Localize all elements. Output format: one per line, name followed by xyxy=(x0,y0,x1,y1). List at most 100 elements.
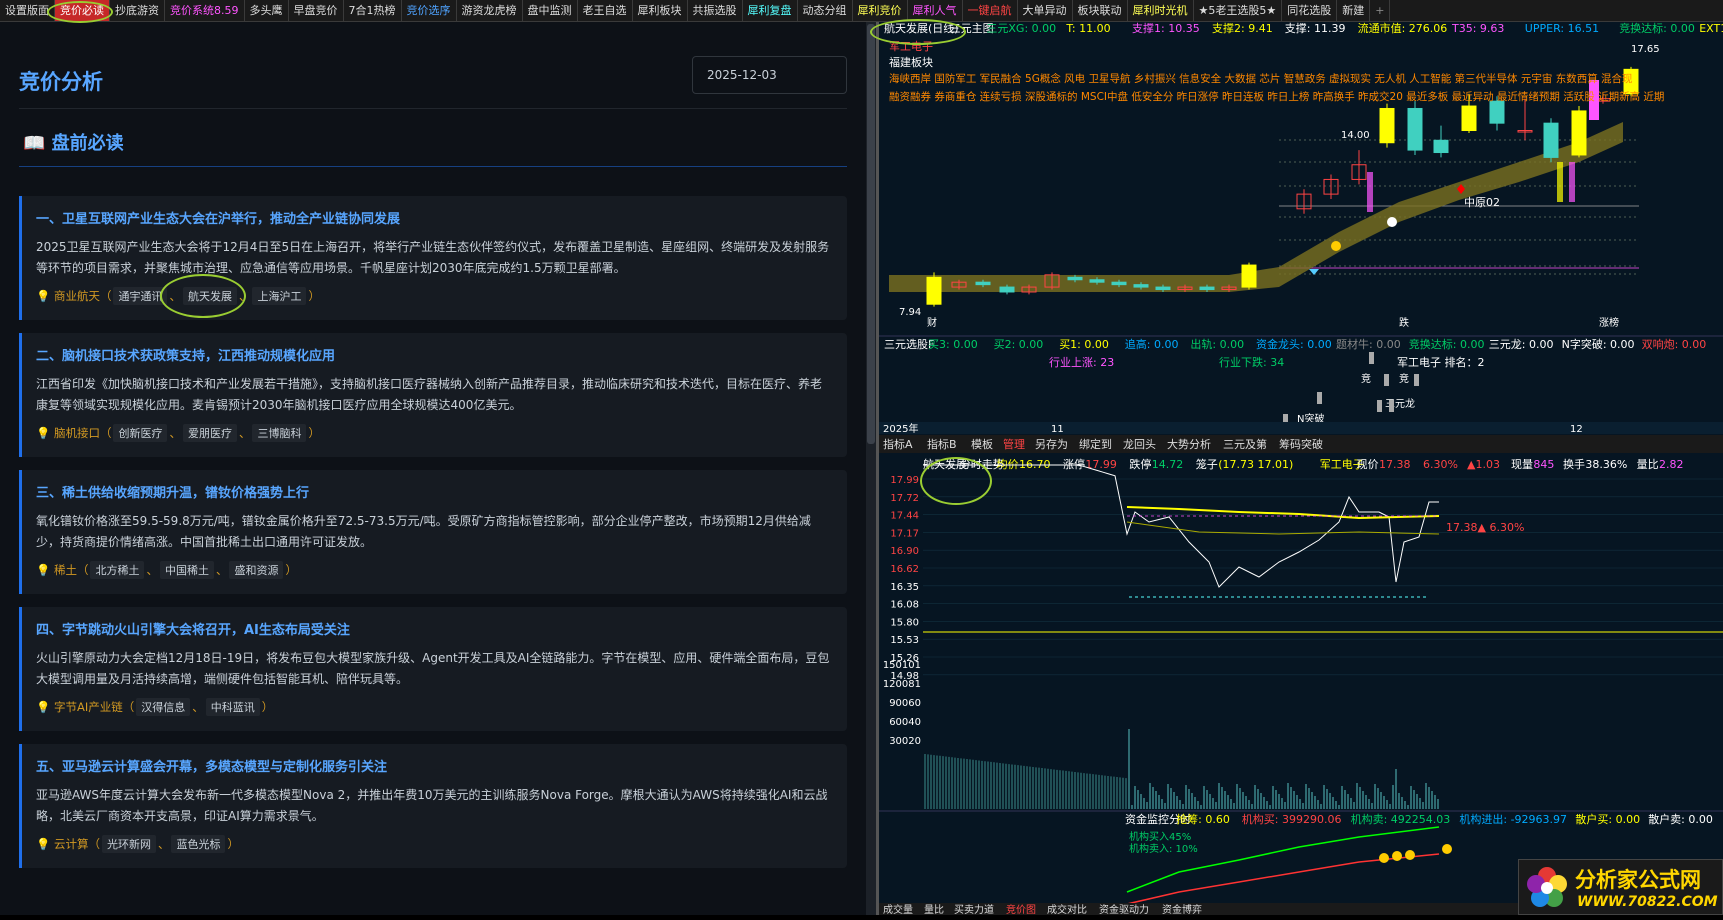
tab-2[interactable]: 抄底游资 xyxy=(110,0,165,21)
stock-chip[interactable]: 光环新网 xyxy=(101,835,156,853)
bulb-icon: 💡 xyxy=(36,700,54,714)
indicator-tab[interactable]: 龙回头 xyxy=(1123,438,1156,451)
candle-body xyxy=(1571,110,1587,156)
stock-chip[interactable]: 上海沪工 xyxy=(252,287,307,305)
intraday-header-item: 845 xyxy=(1533,458,1554,471)
indicator-tab[interactable]: 管理 xyxy=(1003,437,1025,451)
tab-4[interactable]: 多头鹰 xyxy=(245,0,289,21)
tab-22[interactable]: 同花选股 xyxy=(1282,0,1338,21)
candle-body xyxy=(975,281,991,286)
kline-header-item: 竞换达标: 0.00 xyxy=(1619,22,1695,35)
price-tick: 17.17 xyxy=(890,528,919,539)
indicator-tab[interactable]: 筹码突破 xyxy=(1279,437,1323,451)
tab-12[interactable]: 共振选股 xyxy=(688,0,743,21)
tab-24[interactable]: + xyxy=(1370,0,1391,21)
news-title: 二、脑机接口技术获政策支持，江西推动规模化应用 xyxy=(36,349,336,364)
intraday-header-item: 换手 xyxy=(1563,457,1585,471)
tab-3[interactable]: 竞价系统8.59 xyxy=(165,0,245,21)
tab-18[interactable]: 大单异动 xyxy=(1018,0,1073,21)
tab-21[interactable]: ★5老王选股5★ xyxy=(1194,0,1283,21)
candle-body xyxy=(1111,281,1127,286)
price-tick: 16.62 xyxy=(890,564,919,575)
signal-bar xyxy=(1557,162,1563,202)
bottom-tab[interactable]: 资金驱动力 xyxy=(1099,903,1149,915)
level-label: 14.00 xyxy=(1341,130,1370,141)
news-title: 四、字节跳动火山引擎大会将召开，AI生态布局受关注 xyxy=(36,623,350,638)
paren-close: ） xyxy=(227,837,239,851)
tab-11[interactable]: 犀利板块 xyxy=(633,0,688,21)
sub-header-item: 三元龙: 0.00 xyxy=(1489,338,1554,351)
date-axis xyxy=(879,422,1723,434)
sector-name[interactable]: 商业航天 xyxy=(54,289,100,303)
stock-chip[interactable]: 中科蓝讯 xyxy=(205,698,260,716)
tab-17[interactable]: 一键启航 xyxy=(963,0,1018,21)
region-tag: 福建板块 xyxy=(889,55,933,69)
left-scrollbar[interactable] xyxy=(866,22,876,915)
indicator-tab[interactable]: 指标A xyxy=(883,437,913,451)
sector-name[interactable]: 脑机接口 xyxy=(54,426,100,440)
tab-15[interactable]: 犀利竞价 xyxy=(853,0,908,21)
page-title: 竞价分析 xyxy=(19,70,103,94)
indicator-tab[interactable]: 模板 xyxy=(971,437,993,451)
sector-name[interactable]: 字节AI产业链 xyxy=(54,700,123,714)
axis-month: 11 xyxy=(1051,424,1064,435)
volume-tick: 150101 xyxy=(883,660,921,671)
indicator-tab[interactable]: 另存为 xyxy=(1035,437,1068,451)
bottom-tab[interactable]: 竞价图 xyxy=(1006,903,1036,915)
tab-23[interactable]: 新建 xyxy=(1337,0,1371,21)
tab-6[interactable]: 7合1热榜 xyxy=(344,0,402,21)
tab-10[interactable]: 老王自选 xyxy=(578,0,633,21)
paren-open: （ xyxy=(88,837,100,851)
intraday-header-item: 现价 xyxy=(1357,458,1379,471)
tab-20[interactable]: 犀利时光机 xyxy=(1128,0,1194,21)
news-body: 氧化镨钕价格涨至59.5-59.8万元/吨，镨钕金属价格升至72.5-73.5万… xyxy=(36,514,811,549)
bottom-tab[interactable]: 量比 xyxy=(924,904,944,915)
candle-body xyxy=(1241,264,1257,288)
volume-tick: 90060 xyxy=(889,698,921,709)
bottom-tab[interactable]: 买卖力道 xyxy=(954,903,994,915)
bulb-icon: 💡 xyxy=(36,289,54,303)
tab-19[interactable]: 板块联动 xyxy=(1073,0,1128,21)
stock-chip[interactable]: 爱朋医疗 xyxy=(182,424,237,442)
tab-8[interactable]: 游资龙虎榜 xyxy=(457,0,523,21)
paren-close: ） xyxy=(285,563,297,577)
logo-url: WWW.70822.COM xyxy=(1577,894,1718,910)
logo-title: 分析家公式网 xyxy=(1575,867,1701,892)
sector-name[interactable]: 云计算 xyxy=(54,837,89,851)
chart-panel: 航天发展(日线) 三元主图 三元XG: 0.00 T: 11.00 支撑1: 10.35… xyxy=(879,22,1723,915)
bottom-tab[interactable]: 资金博弈 xyxy=(1162,903,1202,915)
stock-chip[interactable]: 汉得信息 xyxy=(136,698,191,716)
news-card: 二、脑机接口技术获政策支持，江西推动规模化应用 江西省印发《加快脑机接口技术和产业… xyxy=(19,333,847,457)
separator: 、 xyxy=(215,563,228,577)
money-header-item: 散户买: 0.00 xyxy=(1575,812,1640,826)
price-tick: 16.35 xyxy=(890,582,919,593)
news-body: 火山引擎原动力大会定档12月18日-19日，将发布豆包大模型家族升级、Agent… xyxy=(36,651,830,686)
tab-7[interactable]: 竞价选序 xyxy=(402,0,457,21)
indicator-tab[interactable]: 绑定到 xyxy=(1079,437,1112,451)
tab-13[interactable]: 犀利复盘 xyxy=(743,0,798,21)
stock-chip[interactable]: 三博脑科 xyxy=(252,424,307,442)
sub-header-item: 双响炮: 0.00 xyxy=(1642,338,1707,351)
kline-header-item: 支撑2: 9.41 xyxy=(1212,22,1273,35)
tab-5[interactable]: 早盘竞价 xyxy=(289,0,344,21)
indicator-tab[interactable]: 大势分析 xyxy=(1167,437,1211,451)
tab-9[interactable]: 盘中监测 xyxy=(523,0,578,21)
concept-list: 海峡西岸 国防军工 军民融合 5G概念 风电 卫星导航 乡村振兴 信息安全 大数… xyxy=(889,72,1633,85)
bottom-tab[interactable]: 成交对比 xyxy=(1047,903,1087,915)
stock-chip[interactable]: 创新医疗 xyxy=(113,424,168,442)
bottom-tab[interactable]: 成交量 xyxy=(883,903,913,915)
highlight-ring-tab xyxy=(47,1,113,23)
indicator-tab[interactable]: 三元及第 xyxy=(1223,437,1267,451)
date-input[interactable]: 2025-12-03 xyxy=(692,56,847,94)
stock-chip[interactable]: 盛和资源 xyxy=(229,561,284,579)
stock-chip[interactable]: 蓝色光标 xyxy=(171,835,226,853)
jing-label: 竞 xyxy=(1399,372,1409,385)
stock-chip[interactable]: 北方稀土 xyxy=(90,561,145,579)
stock-chip[interactable]: 中国稀土 xyxy=(159,561,214,579)
tab-14[interactable]: 动态分组 xyxy=(798,0,853,21)
indicator-tab[interactable]: 指标B xyxy=(927,437,957,451)
intraday-header-item: 38.36% xyxy=(1585,458,1627,471)
separator: 、 xyxy=(169,426,181,440)
separator: 、 xyxy=(146,563,158,577)
sector-name[interactable]: 稀土 xyxy=(54,563,77,577)
